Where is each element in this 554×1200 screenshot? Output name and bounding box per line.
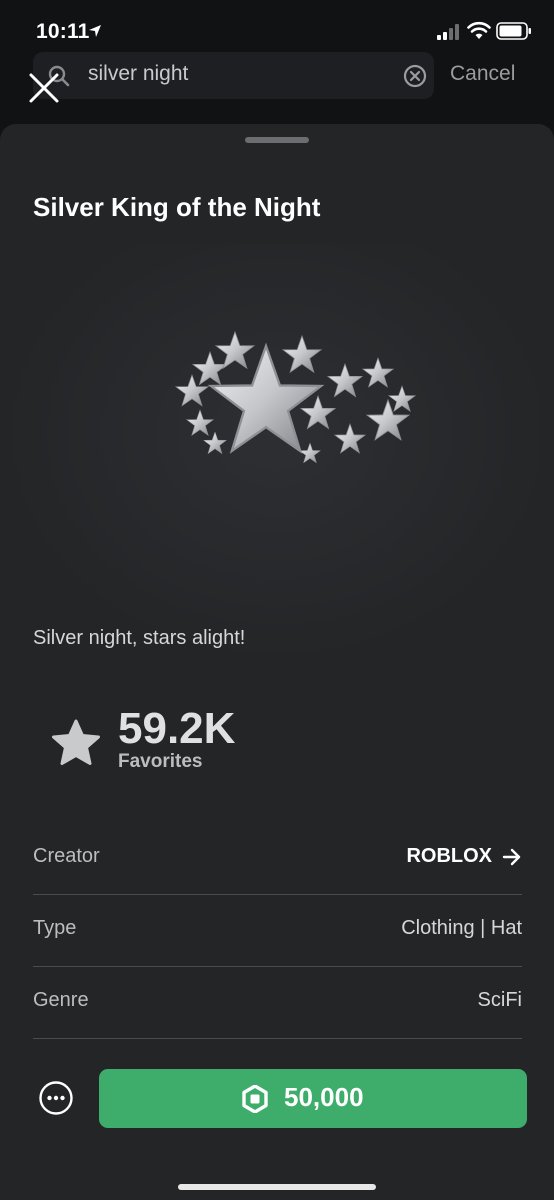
status-time: 10:11 <box>36 20 90 43</box>
favorites-count: 59.2K <box>118 704 236 753</box>
price-label: 50,000 <box>284 1082 364 1112</box>
search-input[interactable]: silver night <box>33 52 434 99</box>
type-value: Clothing | Hat <box>401 917 522 939</box>
genre-value: SciFi <box>477 989 522 1011</box>
item-description: Silver night, stars alight! <box>33 627 246 649</box>
cancel-button[interactable]: Cancel <box>450 62 515 86</box>
cellular-signal-icon <box>437 24 459 40</box>
battery-icon <box>496 22 531 40</box>
favorites-label: Favorites <box>118 751 203 772</box>
genre-label: Genre <box>33 989 89 1011</box>
detail-row-creator[interactable]: Creator ROBLOX <box>33 822 522 895</box>
creator-label: Creator <box>33 845 100 867</box>
item-thumbnail <box>0 244 554 664</box>
robux-icon <box>242 1085 268 1113</box>
search-row: silver night Cancel <box>0 52 554 100</box>
wifi-icon <box>467 21 491 39</box>
creator-name: ROBLOX <box>406 845 492 867</box>
close-icon[interactable] <box>28 72 60 104</box>
sheet-grabber[interactable] <box>245 137 309 143</box>
item-title: Silver King of the Night <box>33 192 321 222</box>
more-options-icon[interactable] <box>38 1080 74 1116</box>
type-label: Type <box>33 917 77 939</box>
detail-row-type: Type Clothing | Hat <box>33 894 522 967</box>
status-bar: 10:11 <box>0 0 554 50</box>
buy-button[interactable]: 50,000 <box>99 1069 527 1128</box>
favorite-star-icon[interactable] <box>50 718 102 768</box>
item-details-sheet: Silver King of the Night Silver night, s… <box>0 124 554 1200</box>
arrow-right-icon <box>502 848 521 866</box>
home-indicator[interactable] <box>178 1184 376 1190</box>
star-crown-image <box>170 304 420 504</box>
location-arrow-icon <box>89 25 101 37</box>
detail-row-genre: Genre SciFi <box>33 966 522 1039</box>
search-query: silver night <box>88 62 189 85</box>
clear-search-icon[interactable] <box>403 64 427 88</box>
